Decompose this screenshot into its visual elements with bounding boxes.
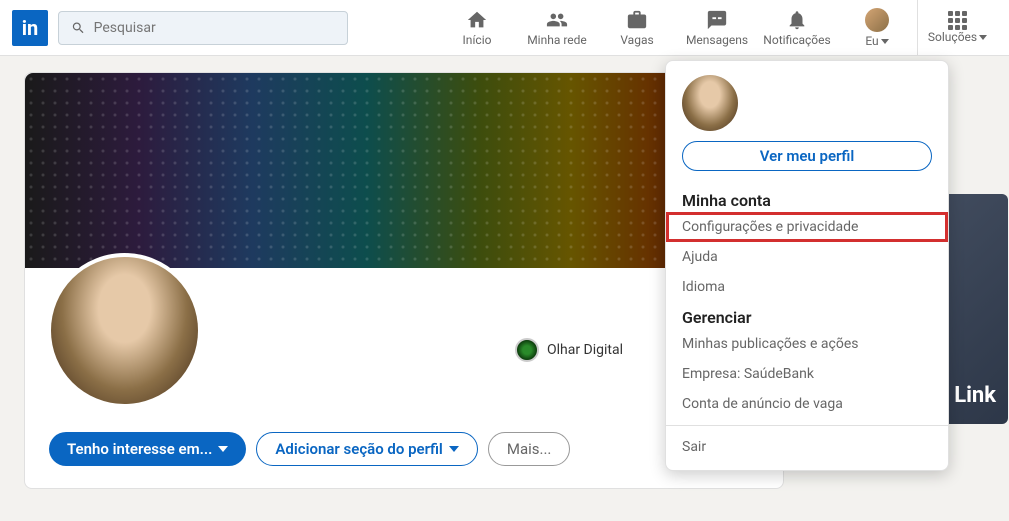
more-button[interactable]: Mais...	[488, 432, 571, 466]
nav-me[interactable]: Eu	[837, 0, 917, 56]
nav-solutions[interactable]: Soluções	[917, 0, 997, 56]
search-input[interactable]	[94, 20, 335, 36]
chevron-down-icon	[449, 446, 459, 452]
company-page-link[interactable]: Empresa: SaúdeBank	[666, 359, 948, 389]
current-company[interactable]: Olhar Digital	[515, 338, 623, 362]
dropdown-header	[666, 61, 948, 141]
profile-photo[interactable]	[47, 253, 202, 408]
primary-nav: Início Minha rede Vagas Mensagens Notifi…	[437, 0, 997, 56]
nav-messages-label: Mensagens	[686, 33, 748, 47]
company-name: Olhar Digital	[547, 342, 623, 358]
nav-network-label: Minha rede	[527, 33, 587, 47]
interest-button[interactable]: Tenho interesse em...	[49, 432, 246, 466]
search-icon	[71, 20, 86, 36]
account-section-header: Minha conta	[666, 185, 948, 212]
divider	[666, 425, 948, 426]
avatar-icon	[865, 8, 889, 32]
messages-icon	[706, 9, 728, 31]
job-posting-link[interactable]: Conta de anúncio de vaga	[666, 389, 948, 419]
nav-notifications-label: Notificações	[763, 33, 830, 47]
dropdown-avatar[interactable]	[682, 75, 738, 131]
nav-solutions-label: Soluções	[928, 30, 987, 44]
help-link[interactable]: Ajuda	[666, 242, 948, 272]
add-section-button[interactable]: Adicionar seção do perfil	[256, 432, 477, 466]
nav-jobs[interactable]: Vagas	[597, 0, 677, 56]
company-logo-icon	[515, 338, 539, 362]
manage-section-header: Gerenciar	[666, 302, 948, 329]
posts-activity-link[interactable]: Minhas publicações e ações	[666, 329, 948, 359]
linkedin-logo[interactable]: in	[12, 10, 48, 46]
settings-privacy-link[interactable]: Configurações e privacidade	[666, 212, 948, 242]
home-icon	[466, 9, 488, 31]
nav-messages[interactable]: Mensagens	[677, 0, 757, 56]
nav-me-label: Eu	[865, 34, 888, 48]
nav-home-label: Início	[463, 33, 492, 47]
search-box[interactable]	[58, 11, 348, 45]
me-dropdown: Ver meu perfil Minha conta Configurações…	[665, 60, 949, 471]
network-icon	[546, 9, 568, 31]
nav-home[interactable]: Início	[437, 0, 517, 56]
notifications-icon	[786, 9, 808, 31]
profile-actions: Tenho interesse em... Adicionar seção do…	[49, 432, 570, 466]
jobs-icon	[626, 9, 648, 31]
chevron-down-icon	[218, 446, 228, 452]
nav-notifications[interactable]: Notificações	[757, 0, 837, 56]
nav-network[interactable]: Minha rede	[517, 0, 597, 56]
language-link[interactable]: Idioma	[666, 272, 948, 302]
apps-grid-icon	[948, 11, 967, 30]
view-profile-button[interactable]: Ver meu perfil	[682, 141, 932, 171]
nav-jobs-label: Vagas	[620, 33, 653, 47]
sign-out-link[interactable]: Sair	[666, 432, 948, 462]
global-header: in Início Minha rede Vagas Mensagens Not…	[0, 0, 1009, 56]
ad-brand: Link	[954, 383, 996, 408]
